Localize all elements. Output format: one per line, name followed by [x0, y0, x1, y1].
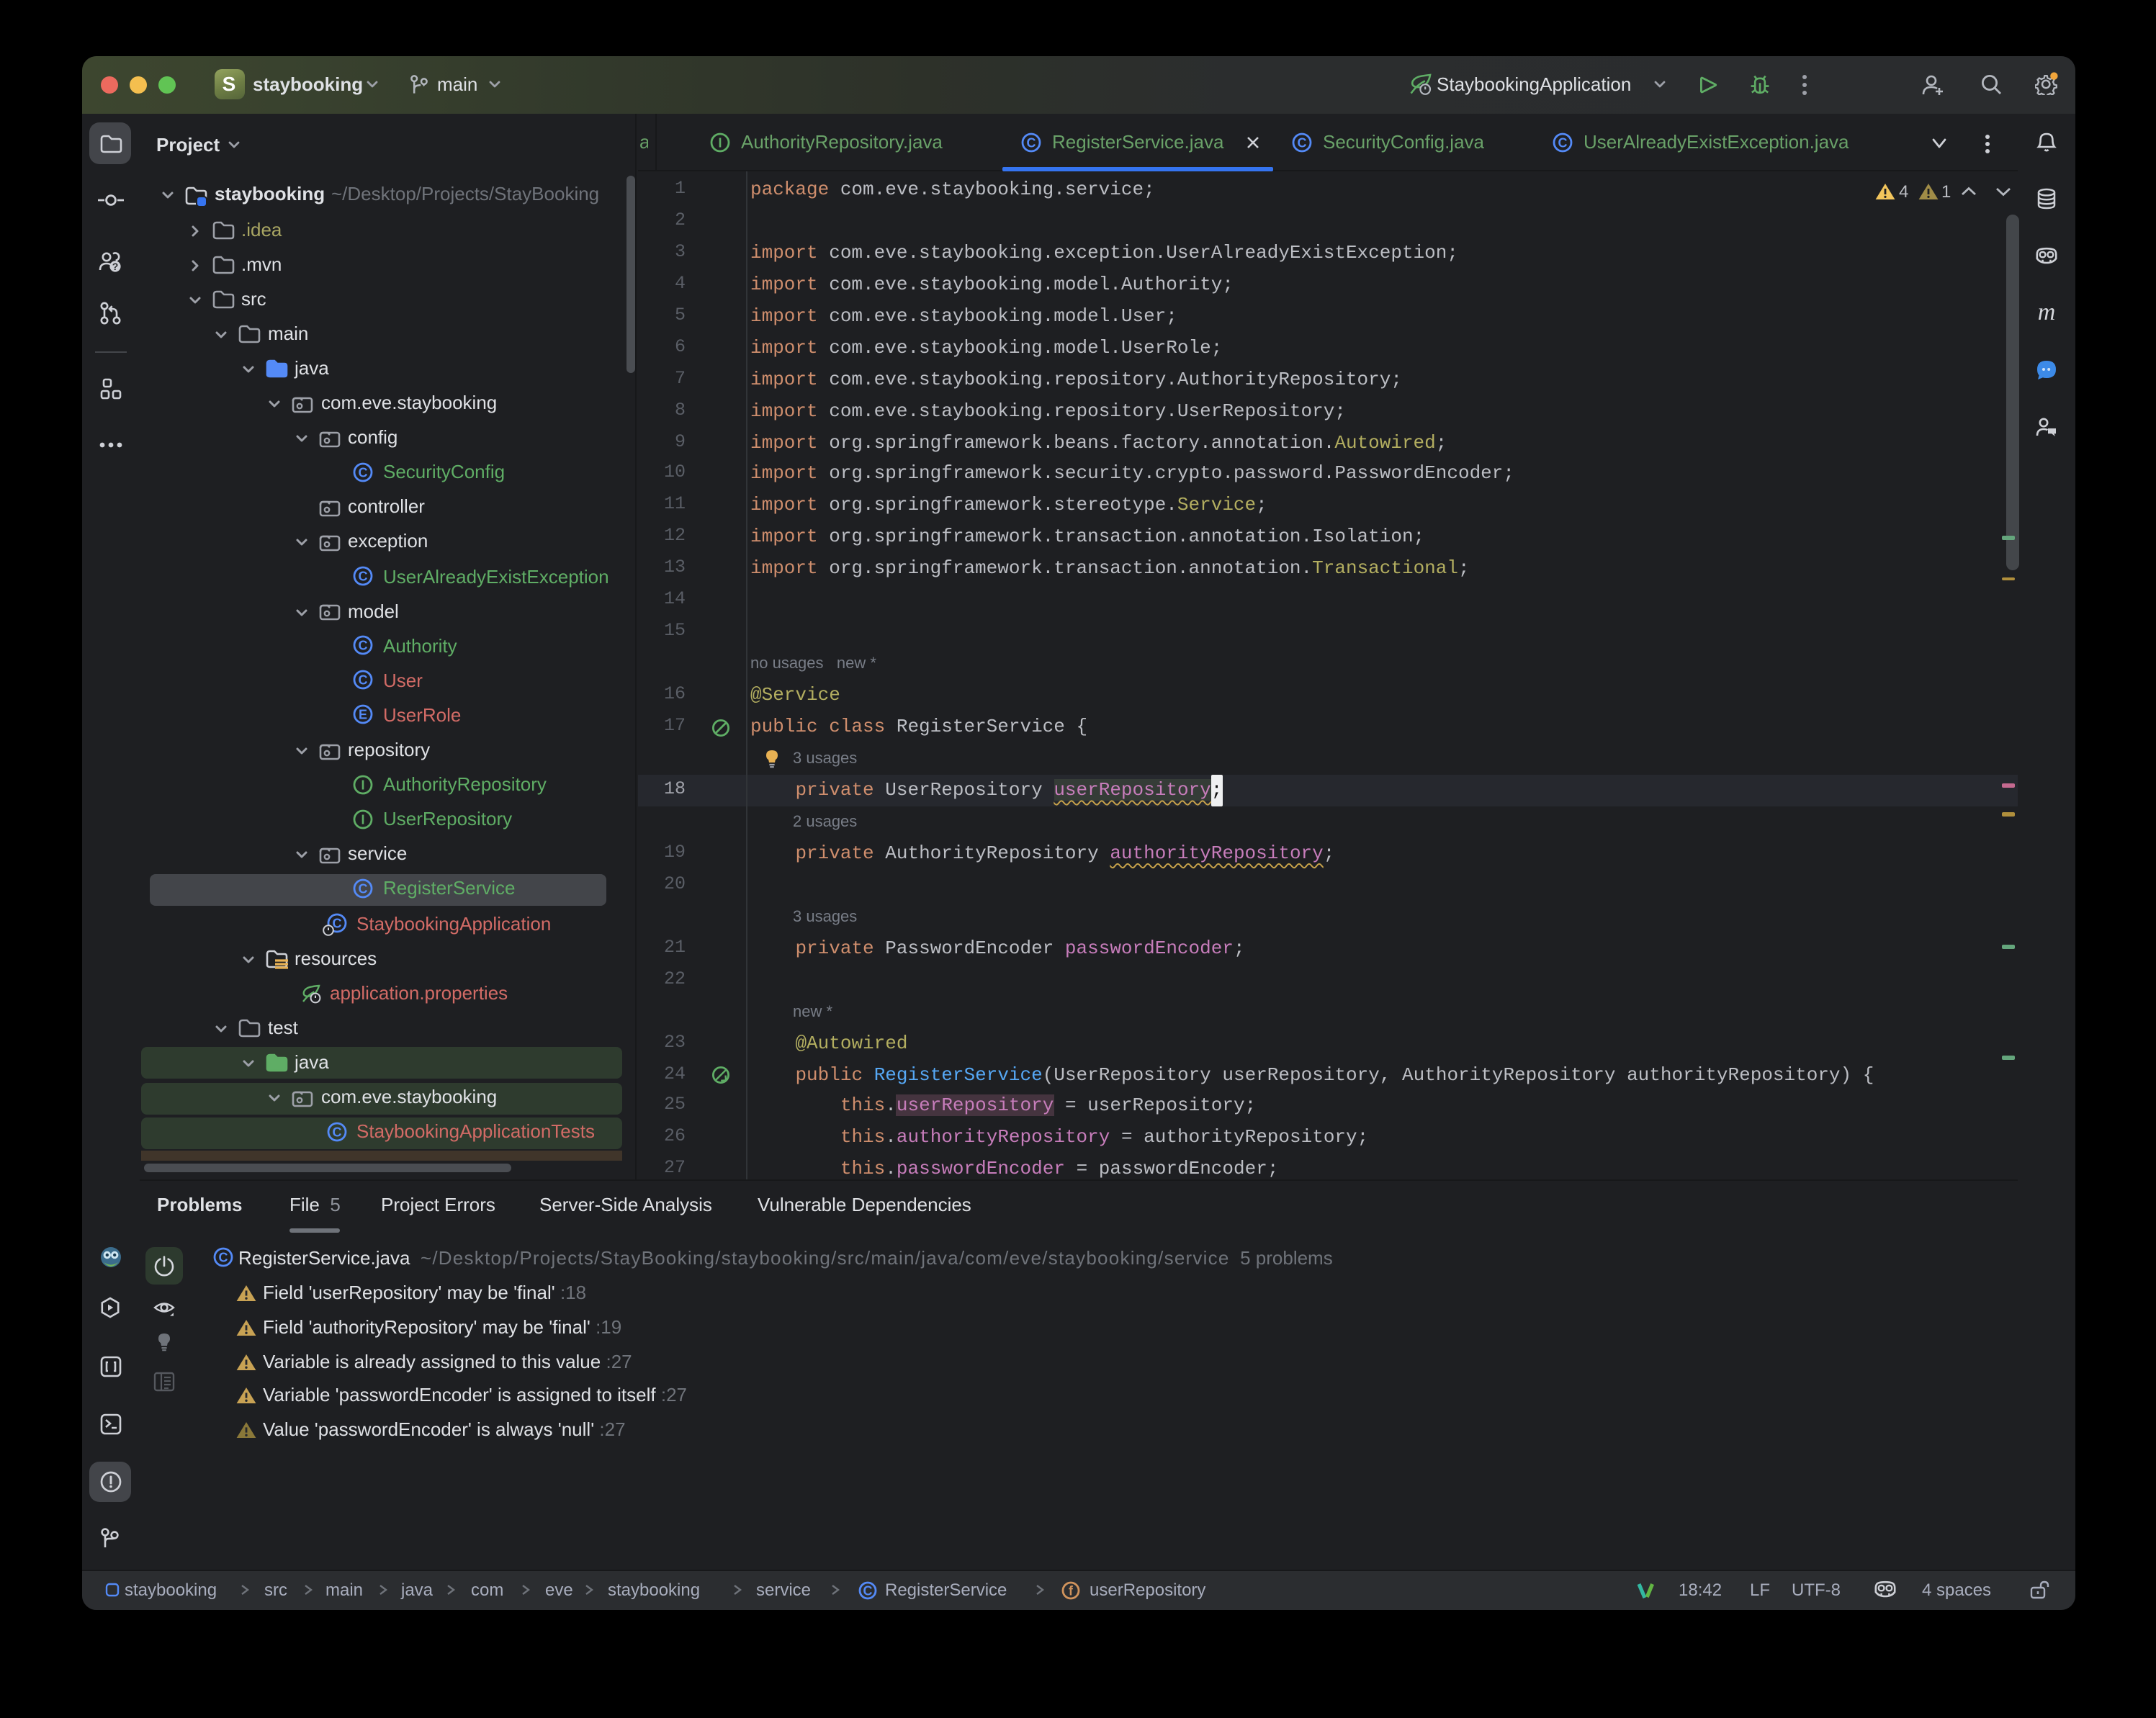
- svg-text:C: C: [219, 1250, 228, 1264]
- svg-text:C: C: [863, 1583, 872, 1597]
- svg-text:E: E: [359, 708, 367, 722]
- svg-text:f: f: [1068, 1583, 1073, 1597]
- svg-text:I: I: [361, 778, 364, 792]
- svg-text:C: C: [359, 569, 368, 583]
- svg-text:I: I: [361, 812, 364, 827]
- svg-text:C: C: [1558, 135, 1567, 149]
- svg-text:C: C: [359, 465, 368, 480]
- svg-text:?: ?: [112, 260, 119, 271]
- svg-text:I: I: [717, 135, 721, 149]
- svg-text:C: C: [332, 1125, 341, 1139]
- svg-text:C: C: [359, 881, 368, 896]
- svg-text:C: C: [1026, 135, 1036, 149]
- svg-text:C: C: [359, 673, 368, 688]
- svg-text:C: C: [1297, 135, 1306, 149]
- svg-text:C: C: [359, 639, 368, 653]
